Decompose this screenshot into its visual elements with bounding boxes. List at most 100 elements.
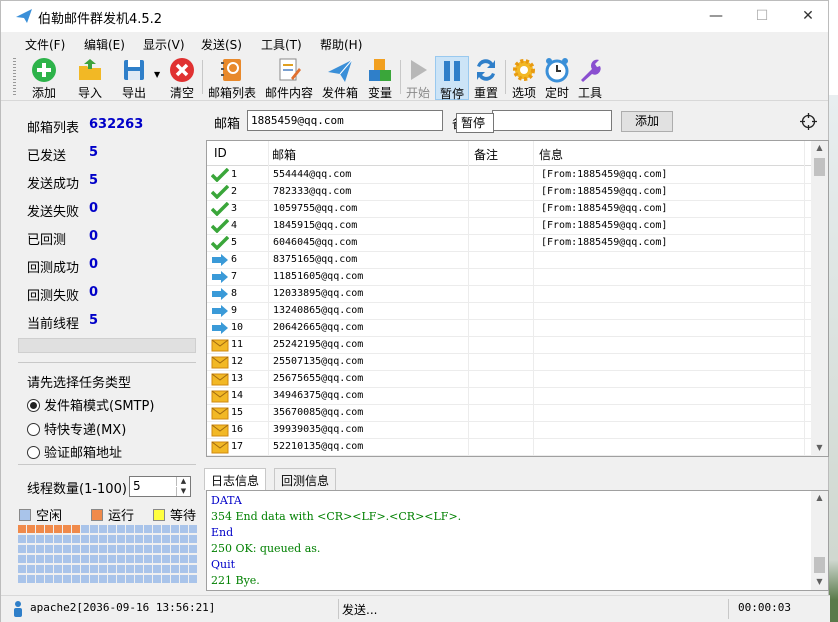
column-header-note[interactable]: 备注 — [474, 146, 498, 163]
scroll-down-icon[interactable]: ▼ — [811, 575, 828, 589]
table-row[interactable]: 12 25507135@qq.com — [207, 354, 811, 371]
thread-cell — [63, 535, 71, 543]
scroll-thumb[interactable] — [814, 557, 825, 573]
thread-count-stepper[interactable]: 5 ▲ ▼ — [129, 476, 191, 497]
tools-button[interactable]: 工具 — [575, 56, 605, 100]
status-user: apache2[2036-09-16 13:56:21] — [30, 601, 216, 614]
row-id: 17 — [231, 441, 244, 452]
pause-tooltip: 暂停 — [456, 113, 494, 133]
thread-cell — [27, 535, 35, 543]
outbox-button[interactable]: 发件箱 — [320, 56, 360, 100]
mail-content-button[interactable]: 邮件内容 — [264, 56, 314, 100]
table-row[interactable]: 2 782333@qq.com [From:1885459@qq.com] — [207, 184, 811, 201]
refresh-icon — [477, 59, 495, 81]
row-id: 5 — [231, 237, 238, 248]
menu-tools[interactable]: 工具(T) — [261, 36, 302, 53]
task-type-prompt: 请先选择任务类型 — [27, 376, 132, 391]
thread-count-value: 5 — [133, 479, 141, 493]
export-dropdown-icon[interactable]: ▼ — [154, 70, 160, 79]
table-row[interactable]: 4 1845915@qq.com [From:1885459@qq.com] — [207, 218, 811, 235]
add-email-button[interactable]: 添加 — [621, 111, 673, 132]
add-button[interactable]: 添加 — [27, 56, 61, 100]
table-scrollbar[interactable]: ▲ ▼ — [811, 141, 828, 456]
spin-up-icon[interactable]: ▲ — [176, 477, 190, 486]
scroll-up-icon[interactable]: ▲ — [811, 491, 828, 505]
table-row[interactable]: 13 25675655@qq.com — [207, 371, 811, 388]
task-option-label: 特快专递(MX) — [44, 423, 127, 438]
note-input[interactable] — [492, 110, 612, 131]
table-row[interactable]: 7 11851605@qq.com — [207, 269, 811, 286]
thread-cell — [36, 555, 44, 563]
tab-log[interactable]: 日志信息 — [204, 468, 267, 490]
thread-cell — [99, 565, 107, 573]
thread-cell — [63, 575, 71, 583]
task-option-smtp[interactable]: 发件箱模式(SMTP) — [27, 395, 154, 414]
thread-cell — [180, 565, 188, 573]
clear-button[interactable]: 清空 — [165, 56, 199, 100]
table-row[interactable]: 15 35670085@qq.com — [207, 405, 811, 422]
table-row[interactable]: 8 12033895@qq.com — [207, 286, 811, 303]
blocks-icon — [369, 59, 391, 81]
email-input[interactable]: 1885459@qq.com — [247, 110, 443, 131]
menu-help[interactable]: 帮助(H) — [320, 36, 362, 53]
table-row[interactable]: 5 6046045@qq.com [From:1885459@qq.com] — [207, 235, 811, 252]
thread-cell — [117, 545, 125, 553]
desktop-background — [829, 0, 838, 622]
start-button[interactable]: 开始 — [403, 56, 433, 100]
import-button[interactable]: 导入 — [73, 56, 107, 100]
thread-cell — [126, 545, 134, 553]
radio-icon — [27, 446, 40, 459]
column-header-id[interactable]: ID — [214, 146, 227, 160]
table-row[interactable]: 14 34946375@qq.com — [207, 388, 811, 405]
log-scrollbar[interactable]: ▲ ▼ — [811, 491, 828, 590]
stat-label: 回测失败 — [27, 289, 80, 304]
reset-button[interactable]: 重置 — [471, 56, 501, 100]
pause-button[interactable]: 暂停 — [435, 56, 469, 101]
thread-cell — [72, 565, 80, 573]
spin-down-icon[interactable]: ▼ — [176, 487, 190, 496]
menu-file[interactable]: 文件(F) — [25, 36, 65, 53]
export-button[interactable]: 导出 — [117, 56, 151, 100]
crosshair-icon[interactable] — [800, 113, 817, 130]
toolbar-grip[interactable] — [13, 58, 16, 96]
variable-button[interactable]: 变量 — [364, 56, 396, 100]
thread-cell — [27, 545, 35, 553]
scroll-up-icon[interactable]: ▲ — [811, 141, 828, 155]
save-disk-icon — [124, 60, 144, 80]
tab-backtest[interactable]: 回测信息 — [274, 468, 337, 490]
table-row[interactable]: 11 25242195@qq.com — [207, 337, 811, 354]
table-row[interactable]: 16 39939035@qq.com — [207, 422, 811, 439]
menu-send[interactable]: 发送(S) — [201, 36, 242, 53]
thread-cell — [189, 525, 197, 533]
task-option-verify[interactable]: 验证邮箱地址 — [27, 442, 122, 461]
close-button[interactable]: ✕ — [785, 1, 831, 32]
options-button[interactable]: 选项 — [509, 56, 539, 100]
stat-label: 邮箱列表 — [27, 121, 80, 136]
row-id: 11 — [231, 339, 244, 350]
table-row[interactable]: 6 8375165@qq.com — [207, 252, 811, 269]
thread-cell — [144, 575, 152, 583]
column-header-info[interactable]: 信息 — [539, 146, 563, 163]
log-line: End — [211, 526, 234, 539]
thread-cell — [135, 565, 143, 573]
menu-view[interactable]: 显示(V) — [143, 36, 185, 53]
timer-button[interactable]: 定时 — [542, 56, 572, 100]
column-header-email[interactable]: 邮箱 — [272, 146, 296, 163]
row-email: 6046045@qq.com — [273, 237, 358, 248]
scroll-thumb[interactable] — [814, 158, 825, 176]
table-row[interactable]: 3 1059755@qq.com [From:1885459@qq.com] — [207, 201, 811, 218]
table-row[interactable]: 1 554444@qq.com [From:1885459@qq.com] — [207, 167, 811, 184]
task-option-mx[interactable]: 特快专递(MX) — [27, 419, 126, 438]
thread-cell — [45, 545, 53, 553]
table-row[interactable]: 10 20642665@qq.com — [207, 320, 811, 337]
menu-edit[interactable]: 编辑(E) — [84, 36, 125, 53]
table-row[interactable]: 17 52210135@qq.com — [207, 439, 811, 456]
thread-cell — [162, 545, 170, 553]
table-row[interactable]: 9 13240865@qq.com — [207, 303, 811, 320]
mail-list-button[interactable]: 邮箱列表 — [207, 56, 257, 100]
scroll-down-icon[interactable]: ▼ — [811, 441, 828, 455]
maximize-button[interactable]: ☐ — [739, 1, 785, 32]
alarm-clock-icon — [545, 58, 569, 83]
minimize-button[interactable]: — — [693, 1, 739, 32]
thread-grid — [18, 525, 197, 585]
